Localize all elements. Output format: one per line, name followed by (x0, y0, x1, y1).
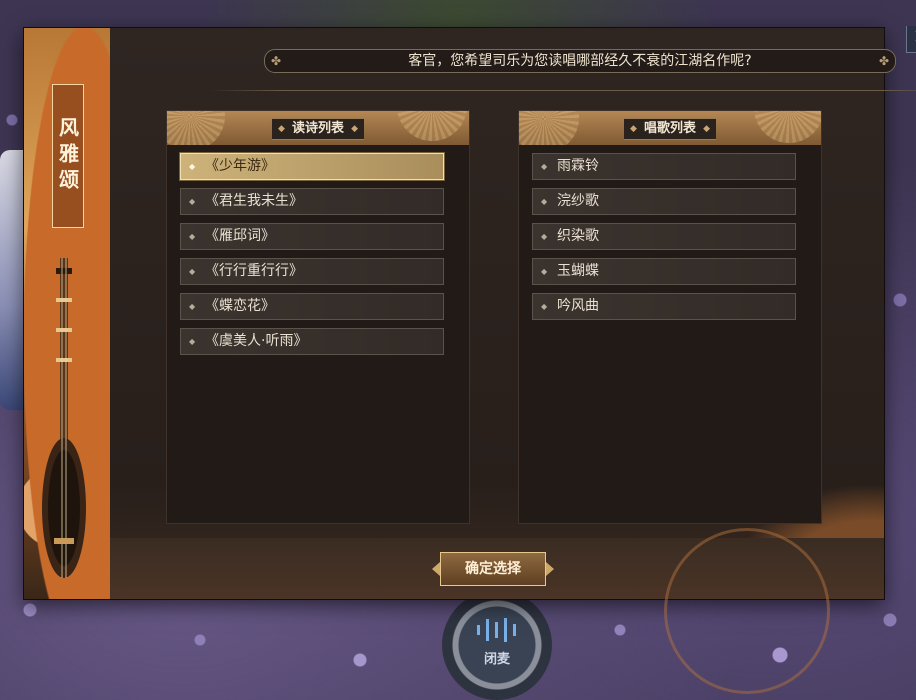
background-character (0, 150, 26, 410)
poem-item-5[interactable]: 《虞美人·听雨》 (180, 328, 444, 355)
confirm-button[interactable]: 确定选择 (432, 552, 554, 586)
dialog-title: 风雅颂 (55, 117, 80, 195)
divider (210, 90, 916, 91)
poem-item-0[interactable]: 《少年游》 (180, 153, 444, 180)
wheel-decoration (664, 528, 830, 694)
clover-ornament-icon: ✤ (271, 54, 282, 68)
song-list-title: 唱歌列表 (623, 118, 717, 140)
poem-item-2[interactable]: 《雁邱词》 (180, 223, 444, 250)
poem-item-1[interactable]: 《君生我未生》 (180, 188, 444, 215)
poem-list-header: 读诗列表 (167, 111, 469, 145)
question-banner: ✤ 客官，您希望司乐为您读唱哪部经久不衰的江湖名作呢? ✤ (264, 49, 896, 73)
poem-list: 《少年游》 《君生我未生》 《雁邱词》 《行行重行行》 《蝶恋花》 《虞美人·听… (180, 153, 444, 363)
pipa-icon (42, 258, 86, 578)
question-text: 客官，您希望司乐为您读唱哪部经久不衰的江湖名作呢? (408, 53, 752, 69)
song-item-1[interactable]: 浣纱歌 (532, 188, 796, 215)
song-item-0[interactable]: 雨霖铃 (532, 153, 796, 180)
clover-ornament-icon: ✤ (878, 54, 889, 68)
fan-decoration-icon (754, 111, 821, 143)
mic-level-icon (477, 617, 516, 643)
song-item-2[interactable]: 织染歌 (532, 223, 796, 250)
fan-decoration-icon (397, 111, 467, 141)
fan-decoration-icon (519, 111, 579, 145)
dialog-title-box: 风雅颂 (52, 84, 84, 228)
fan-decoration-icon (167, 111, 225, 145)
poem-list-panel: 读诗列表 《少年游》 《君生我未生》 《雁邱词》 《行行重行行》 《蝶恋花》 《… (166, 110, 470, 524)
mic-label: 闭麦 (483, 652, 510, 667)
song-item-3[interactable]: 玉蝴蝶 (532, 258, 796, 285)
song-list-header: 唱歌列表 (519, 111, 821, 145)
poem-item-3[interactable]: 《行行重行行》 (180, 258, 444, 285)
song-list: 雨霖铃 浣纱歌 织染歌 玉蝴蝶 吟风曲 (532, 153, 796, 328)
poem-item-4[interactable]: 《蝶恋花》 (180, 293, 444, 320)
feng-ya-song-dialog: 风雅颂 ✕ ✤ 客官，您希望司乐为您读唱哪部经久不衰的江湖名作呢? ✤ (24, 26, 916, 694)
close-button[interactable]: ✕ (906, 26, 916, 53)
left-decoration: 风雅颂 (24, 28, 110, 599)
song-item-4[interactable]: 吟风曲 (532, 293, 796, 320)
poem-list-title: 读诗列表 (271, 118, 365, 140)
voice-mic-widget[interactable]: 闭麦 (442, 590, 552, 700)
song-list-panel: 唱歌列表 雨霖铃 浣纱歌 织染歌 玉蝴蝶 吟风曲 (518, 110, 822, 524)
